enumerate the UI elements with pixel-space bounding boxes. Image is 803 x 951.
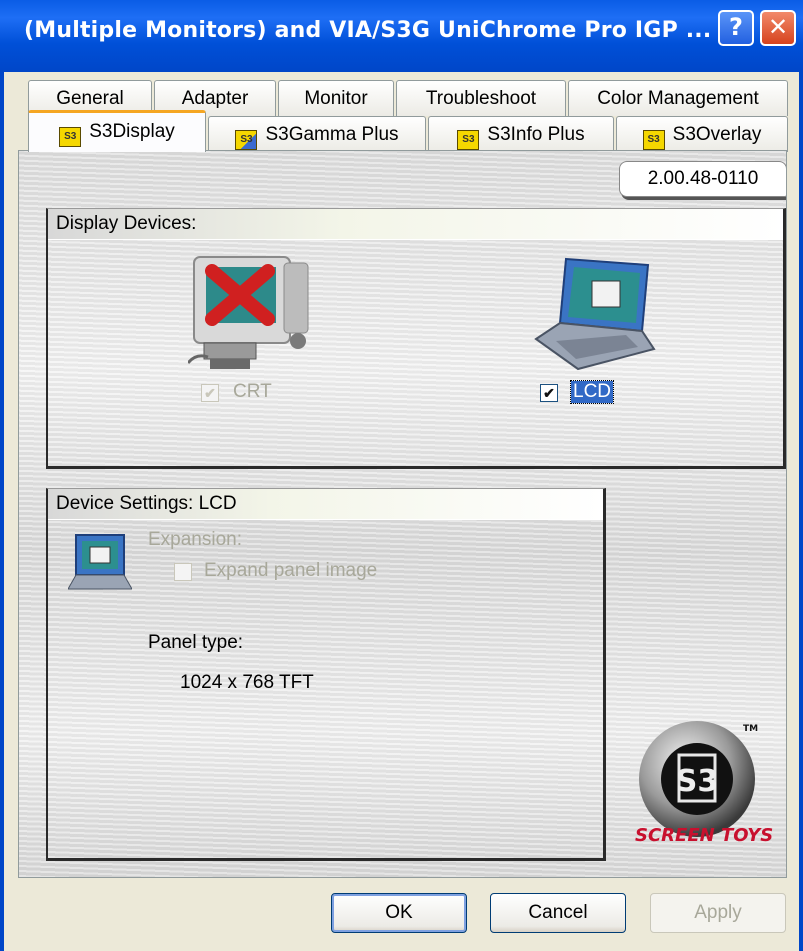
device-settings-title: Device Settings: LCD (48, 489, 603, 520)
display-devices-title: Display Devices: (48, 209, 783, 240)
expand-panel-checkbox[interactable] (174, 563, 192, 581)
tab-s3gamma-plus[interactable]: S3 S3Gamma Plus (208, 116, 426, 152)
ok-button[interactable]: OK (331, 893, 467, 933)
tab-label: S3Overlay (672, 124, 762, 145)
s3-overlay-icon: S3 (642, 130, 665, 150)
logo-tagline: SCREEN TOYS (635, 825, 773, 846)
help-button[interactable]: ? (718, 10, 754, 46)
laptop-icon[interactable] (526, 253, 660, 377)
version-badge: 2.00.48-0110 (619, 161, 786, 197)
tab-monitor[interactable]: Monitor (278, 80, 394, 116)
window-border-right (799, 72, 803, 951)
window-border-left (0, 72, 4, 951)
logo-tm-top: TM (743, 724, 758, 734)
tab-page-s3display: 2.00.48-0110 Display Devices: ✔ CRT ✔ LC… (18, 150, 787, 878)
display-devices-group: Display Devices: ✔ CRT ✔ LCD (46, 208, 786, 469)
expansion-label: Expansion: (148, 529, 243, 550)
tab-troubleshoot[interactable]: Troubleshoot (396, 80, 566, 116)
s3-tab-icon: S3 (59, 127, 82, 147)
tab-label: S3Display (89, 121, 175, 142)
apply-button[interactable]: Apply (650, 893, 786, 933)
crt-monitor-disabled-icon[interactable] (188, 253, 318, 375)
device-settings-group: Device Settings: LCD Expansion: Expand p… (46, 488, 606, 861)
close-button[interactable]: ✕ (760, 10, 796, 46)
cancel-button[interactable]: Cancel (490, 893, 626, 933)
small-laptop-icon (68, 534, 132, 590)
tab-label: S3Info Plus (487, 124, 585, 145)
panel-type-label: Panel type: (148, 632, 244, 653)
title-bar[interactable]: (Multiple Monitors) and VIA/S3G UniChrom… (0, 0, 803, 72)
panel-type-value: 1024 x 768 TFT (180, 672, 314, 693)
tab-color-management[interactable]: Color Management (568, 80, 788, 116)
lcd-checkbox[interactable]: ✔ (540, 384, 558, 402)
crt-checkbox[interactable]: ✔ (201, 384, 219, 402)
tab-s3display[interactable]: S3 S3Display (28, 110, 206, 152)
expand-panel-label: Expand panel image (204, 560, 378, 581)
s3-gamma-icon: S3 (235, 130, 258, 150)
tab-s3overlay[interactable]: S3 S3Overlay (616, 116, 788, 152)
properties-dialog: (Multiple Monitors) and VIA/S3G UniChrom… (0, 0, 803, 951)
crt-label: CRT (233, 381, 272, 402)
lcd-label: LCD (569, 380, 615, 404)
s3-screen-toys-logo: S3 TM SCREEN TOYS (635, 721, 773, 846)
tab-label: S3Gamma Plus (265, 124, 399, 145)
s3-info-icon: S3 (457, 130, 480, 150)
tab-s3info-plus[interactable]: S3 S3Info Plus (428, 116, 614, 152)
logo-brand-text: S3 (676, 764, 718, 799)
window-title: (Multiple Monitors) and VIA/S3G UniChrom… (24, 18, 712, 43)
